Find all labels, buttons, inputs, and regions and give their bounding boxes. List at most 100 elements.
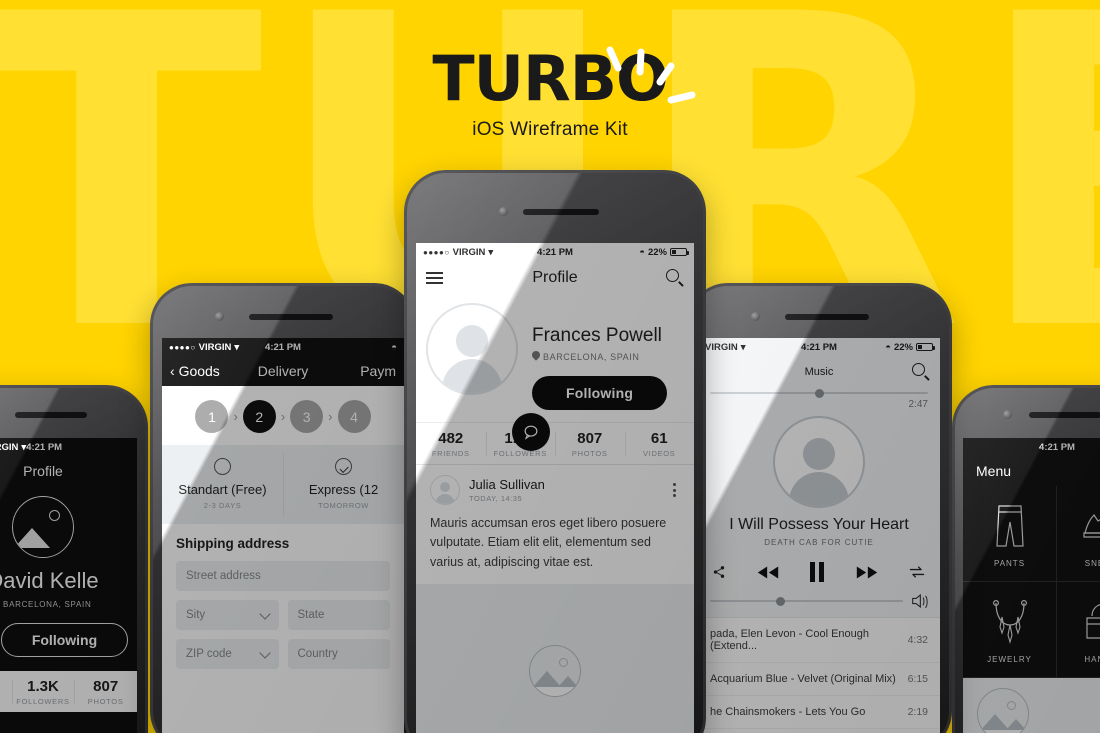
track-title: Acquarium Blue - Velvet (Original Mix) xyxy=(710,673,896,685)
carrier-label: VIRGIN xyxy=(452,246,486,258)
phone-far-right: 4:21 PM ◓ 22% Menu xyxy=(952,385,1100,733)
carrier-label: VIRGIN xyxy=(0,441,19,453)
step-2[interactable]: 2 xyxy=(242,400,276,433)
location-pin-icon xyxy=(532,351,540,362)
profile-location: ● BARCELONA, SPAIN xyxy=(0,600,137,609)
repeat-icon[interactable] xyxy=(908,564,926,580)
option-title: Express (12 xyxy=(308,482,379,497)
category-label: HANDBA xyxy=(1084,655,1100,664)
clock-label: 4:21 PM xyxy=(1039,441,1075,453)
screen-center: ●●●●○ VIRGIN ▾ 4:21 PM ◓ 22% Profile Fra… xyxy=(416,243,694,733)
status-bar-right-front: VIRGIN ▾ 4:21 PM ◓ 22% xyxy=(698,338,940,356)
share-icon[interactable] xyxy=(712,565,726,579)
playlist-item[interactable]: pada, Elen Levon - Cool Enough (Extend..… xyxy=(698,618,940,663)
battery-label: 22% xyxy=(893,341,913,353)
forward-icon[interactable] xyxy=(855,564,879,581)
necklace-icon xyxy=(969,598,1050,646)
step-indicator: 1 › 2 › 3 › 4 xyxy=(162,386,404,445)
search-icon[interactable] xyxy=(912,363,930,381)
category-jewelry[interactable]: JEWELRY xyxy=(963,582,1057,678)
playlist-item[interactable]: Acquarium Blue - Velvet (Original Mix) 6… xyxy=(698,663,940,696)
shipping-option-standard[interactable]: Standart (Free) 2-3 DAYS xyxy=(162,445,283,524)
clock-label: 4:21 PM xyxy=(801,341,837,353)
content-placeholder xyxy=(963,678,1100,733)
category-label: SNEAKE xyxy=(1084,559,1100,568)
kebab-menu-icon[interactable] xyxy=(669,479,680,501)
playlist: pada, Elen Levon - Cool Enough (Extend..… xyxy=(698,617,940,733)
radio-checked-icon xyxy=(335,458,352,475)
page-title: Music xyxy=(804,366,834,378)
city-select[interactable]: Sity xyxy=(176,600,279,630)
search-icon[interactable] xyxy=(666,269,684,287)
status-bar-left-front: ●●●●○ VIRGIN ▾ 4:21 PM ◓ xyxy=(162,338,404,356)
volume-control[interactable] xyxy=(698,589,940,617)
clock-label: 4:21 PM xyxy=(537,246,573,258)
message-button[interactable] xyxy=(512,413,550,451)
phone-left-front: ●●●●○ VIRGIN ▾ 4:21 PM ◓ ‹ Goods Deliver… xyxy=(150,283,416,733)
stats-row: 482FRIENDS 1.3KFOLLOWERS 807PHOTOS 61VID… xyxy=(416,422,694,465)
post-text: Mauris accumsan eros eget libero posuere… xyxy=(430,516,667,569)
step-1[interactable]: 1 xyxy=(195,400,229,433)
status-bar-center: ●●●●○ VIRGIN ▾ 4:21 PM ◓ 22% xyxy=(416,243,694,261)
post-photo-placeholder xyxy=(416,584,694,733)
wifi-icon: ▾ xyxy=(488,246,494,258)
navbar-far-left: ck Profile xyxy=(0,456,137,486)
page-title: Profile xyxy=(532,269,578,286)
image-placeholder-icon xyxy=(529,644,581,697)
profile-name: Frances Powell xyxy=(532,325,662,346)
brand-title: TURBO xyxy=(432,42,668,115)
option-subtitle: TOMORROW xyxy=(318,501,369,510)
wifi-icon: ▾ xyxy=(740,341,746,353)
song-title: I Will Possess Your Heart xyxy=(729,516,909,533)
screen-far-right: 4:21 PM ◓ 22% Menu xyxy=(963,438,1100,733)
profile-name: David Kelle xyxy=(0,568,99,593)
track-duration: 2:19 xyxy=(907,706,928,718)
category-pants[interactable]: PANTS xyxy=(963,486,1057,582)
song-artist: DEATH CAB FOR CUTIE xyxy=(764,538,874,547)
follow-button[interactable]: Following xyxy=(532,376,668,410)
step-3[interactable]: 3 xyxy=(290,400,324,433)
page-title: Menu xyxy=(976,463,1012,479)
category-handbags[interactable]: HANDBA xyxy=(1057,582,1100,678)
battery-icon xyxy=(670,248,689,256)
chevron-right-icon: › xyxy=(233,409,238,424)
feed-post: Julia Sullivan TODAY, 14:35 Mauris accum… xyxy=(416,465,694,576)
shipping-options: Standart (Free) 2-3 DAYS Express (12 TOM… xyxy=(162,445,404,524)
option-subtitle: 2-3 DAYS xyxy=(203,501,242,510)
navbar-right-front: Music xyxy=(698,356,940,388)
track-title: he Chainsmokers - Lets You Go xyxy=(710,706,866,718)
category-label: JEWELRY xyxy=(987,655,1032,664)
rewind-icon[interactable] xyxy=(756,564,780,581)
radio-unchecked-icon xyxy=(214,458,231,475)
track-duration: 6:15 xyxy=(907,673,928,685)
category-sneakers[interactable]: SNEAKE xyxy=(1057,486,1100,582)
navbar-far-right: Menu xyxy=(963,456,1100,486)
message-bubble-icon xyxy=(524,425,538,440)
signal-dots-icon: ●●●●○ xyxy=(423,247,450,257)
avatar xyxy=(426,303,518,395)
step-4[interactable]: 4 xyxy=(337,400,371,433)
category-label: PANTS xyxy=(993,559,1026,568)
carrier-label: VIRGIN xyxy=(198,341,232,353)
shipping-option-express[interactable]: Express (12 TOMORROW xyxy=(283,445,404,524)
track-progress[interactable] xyxy=(698,388,940,398)
playlist-item[interactable]: he Chainsmokers - Lets You Go 2:19 xyxy=(698,696,940,729)
chevron-down-icon xyxy=(258,607,271,620)
zip-select[interactable]: ZIP code xyxy=(176,639,279,669)
speaker-icon[interactable] xyxy=(911,593,928,609)
track-title: pada, Elen Levon - Cool Enough (Extend..… xyxy=(710,628,870,652)
pause-icon[interactable] xyxy=(809,561,825,583)
country-input[interactable]: Country xyxy=(287,639,390,669)
back-button[interactable]: ‹ Goods xyxy=(170,363,220,379)
chevron-down-icon xyxy=(258,646,271,659)
street-address-input[interactable]: Street address xyxy=(176,561,390,591)
carrier-label: VIRGIN xyxy=(705,341,738,353)
track-duration: 4:32 xyxy=(907,634,928,646)
state-input[interactable]: State xyxy=(287,600,390,630)
stat-item: 807 PHOTOS xyxy=(74,678,137,706)
section-title: Shipping address xyxy=(162,524,404,561)
next-step-label[interactable]: Paym xyxy=(360,363,396,379)
phone-far-left: ●●●●○ VIRGIN ▾ 4:21 PM ck Profile xyxy=(0,385,148,733)
follow-button[interactable]: Following xyxy=(0,623,129,657)
screen-right-front: VIRGIN ▾ 4:21 PM ◓ 22% Music 2:47 I Will… xyxy=(698,338,940,733)
